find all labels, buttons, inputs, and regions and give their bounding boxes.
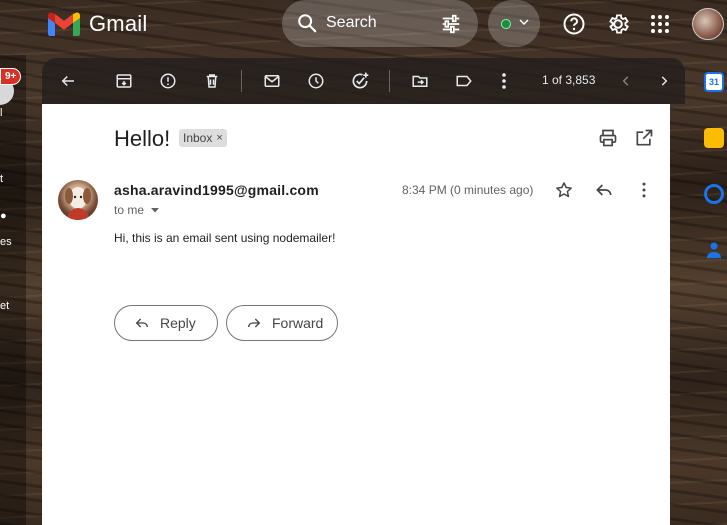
reply-button[interactable]: Reply <box>114 305 218 341</box>
report-spam-icon[interactable] <box>156 69 180 93</box>
recipient-text: to me <box>114 203 145 217</box>
back-arrow-icon[interactable] <box>56 69 80 93</box>
search-icon[interactable] <box>296 12 318 34</box>
app-name: Gmail <box>89 11 148 36</box>
left-navigation: 9+ l t ● es et <box>0 55 26 525</box>
contacts-icon[interactable] <box>704 240 724 260</box>
search-placeholder: Search <box>326 14 377 31</box>
apps-grid-icon[interactable] <box>648 12 672 36</box>
help-icon[interactable] <box>562 12 586 36</box>
forward-icon <box>248 318 261 328</box>
email-body: Hi, this is an email sent using nodemail… <box>114 231 336 245</box>
print-icon[interactable] <box>598 128 618 148</box>
inbox-label-chip[interactable]: Inbox × <box>179 129 227 147</box>
open-in-new-window-icon[interactable] <box>634 128 654 148</box>
move-to-icon[interactable] <box>408 69 432 93</box>
email-toolbar: 1 of 3,853 <box>42 58 685 104</box>
email-timestamp: 8:34 PM (0 minutes ago) <box>402 183 534 197</box>
chevron-down-icon <box>519 19 529 26</box>
settings-gear-icon[interactable] <box>606 12 630 36</box>
star-icon[interactable] <box>554 180 574 200</box>
delete-icon[interactable] <box>200 69 224 93</box>
newer-chevron-left-icon[interactable] <box>614 69 638 93</box>
toolbar-divider <box>241 70 242 92</box>
nav-item-fragment[interactable]: et <box>0 300 9 312</box>
nav-item-fragment[interactable]: t <box>0 173 3 185</box>
add-to-tasks-icon[interactable] <box>348 69 372 93</box>
reply-icon <box>135 318 148 328</box>
search-options-icon[interactable] <box>440 13 462 35</box>
pagination-count: 1 of 3,853 <box>542 73 596 87</box>
forward-label: Forward <box>272 315 324 331</box>
recipient-details[interactable]: to me <box>114 203 160 217</box>
message-more-icon[interactable] <box>634 180 654 200</box>
nav-item-fragment[interactable]: es <box>0 236 12 248</box>
snooze-clock-icon[interactable] <box>304 69 328 93</box>
email-subject: Hello! <box>114 126 171 151</box>
keep-icon[interactable] <box>704 128 724 148</box>
reply-icon[interactable] <box>594 180 614 200</box>
more-options-icon[interactable] <box>492 69 516 93</box>
side-panel: 31 <box>700 60 727 525</box>
forward-button[interactable]: Forward <box>226 305 338 341</box>
calendar-icon[interactable]: 31 <box>704 72 724 92</box>
toolbar-divider <box>389 70 390 92</box>
search-bar[interactable]: Search <box>282 0 478 47</box>
mark-unread-icon[interactable] <box>260 69 284 93</box>
reply-label: Reply <box>160 315 196 331</box>
nav-item-fragment[interactable]: l <box>0 107 2 119</box>
calendar-day: 31 <box>708 77 719 87</box>
sender-email[interactable]: asha.aravind1995@gmail.com <box>114 182 319 198</box>
gmail-logo[interactable]: Gmail <box>48 11 147 37</box>
sender-avatar[interactable] <box>58 180 98 220</box>
account-avatar[interactable] <box>692 8 724 40</box>
archive-icon[interactable] <box>112 69 136 93</box>
older-chevron-right-icon[interactable] <box>652 69 676 93</box>
gmail-m-icon <box>48 12 80 36</box>
status-selector[interactable] <box>488 0 540 47</box>
people-icon[interactable]: ● <box>0 210 7 222</box>
unread-count-badge: 9+ <box>0 68 22 85</box>
top-bar: Gmail Search <box>0 0 727 50</box>
label-text: Inbox <box>183 131 213 145</box>
remove-label-icon[interactable]: × <box>216 132 222 144</box>
tasks-icon[interactable] <box>704 184 724 204</box>
status-active-icon <box>501 19 511 29</box>
caret-down-icon <box>151 208 160 213</box>
label-icon[interactable] <box>452 69 476 93</box>
email-view: Hello! Inbox × asha.aravind1995@gmail.co… <box>42 104 670 525</box>
